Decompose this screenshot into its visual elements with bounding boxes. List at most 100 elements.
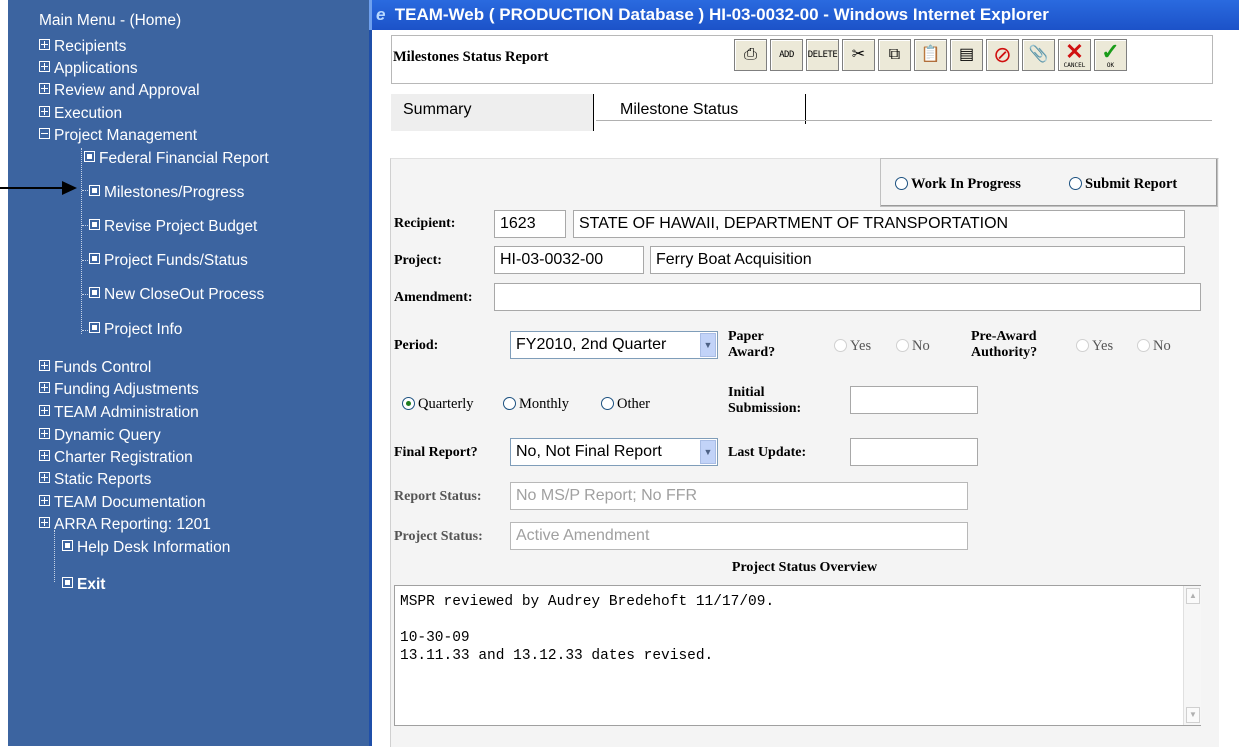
main-navigation: Main Menu - (Home) Recipients Applicatio… <box>8 0 369 746</box>
initial-submission-label-line: Initial <box>728 385 765 400</box>
nav-label: Execution <box>54 105 123 122</box>
radio-icon[interactable] <box>1069 177 1082 190</box>
nav-funds-control[interactable]: Funds Control <box>39 359 151 377</box>
nav-project-management[interactable]: Project Management <box>39 127 197 145</box>
tab-summary[interactable]: Summary <box>391 94 594 131</box>
initial-submission-label: Initial Submission: <box>728 385 801 417</box>
expand-icon[interactable] <box>39 360 50 371</box>
initial-submission-field[interactable] <box>850 386 978 414</box>
pre-award-yes-option[interactable]: Yes <box>1076 338 1113 355</box>
no-save-button[interactable]: ⊘ <box>986 39 1019 71</box>
paste-button[interactable]: 📋 <box>914 39 947 71</box>
red-x-icon: ✕ <box>1065 39 1084 64</box>
recipient-label: Recipient: <box>394 216 456 231</box>
nav-arra-reporting[interactable]: ARRA Reporting: 1201 <box>39 516 211 534</box>
recipient-name-field[interactable]: STATE OF HAWAII, DEPARTMENT OF TRANSPORT… <box>573 210 1185 238</box>
amendment-field[interactable] <box>494 283 1201 311</box>
expand-icon[interactable] <box>39 83 50 94</box>
nav-team-administration[interactable]: TEAM Administration <box>39 404 199 422</box>
frequency-monthly-option[interactable]: Monthly <box>503 396 569 413</box>
nav-main-menu-home[interactable]: Main Menu - (Home) <box>39 12 181 30</box>
radio-icon[interactable] <box>402 397 415 410</box>
paper-award-yes-option[interactable]: Yes <box>834 338 871 355</box>
expand-icon[interactable] <box>39 39 50 50</box>
nav-label: Federal Financial Report <box>99 150 269 167</box>
radio-icon[interactable] <box>1076 339 1089 352</box>
submit-report-option[interactable]: Submit Report <box>1069 176 1177 193</box>
collapse-icon[interactable] <box>39 128 50 139</box>
nav-dynamic-query[interactable]: Dynamic Query <box>39 427 161 445</box>
paper-award-no-option[interactable]: No <box>896 338 930 355</box>
copy-button[interactable]: ⧉ <box>878 39 911 71</box>
expand-icon[interactable] <box>39 61 50 72</box>
nav-revise-project-budget[interactable]: Revise Project Budget <box>89 218 257 236</box>
nav-project-funds-status[interactable]: Project Funds/Status <box>89 252 248 270</box>
cut-button[interactable]: ✂ <box>842 39 875 71</box>
overview-scrollbar[interactable]: ▲ ▼ <box>1183 586 1201 725</box>
expand-icon[interactable] <box>39 472 50 483</box>
radio-icon[interactable] <box>834 339 847 352</box>
nav-new-closeout-process[interactable]: New CloseOut Process <box>89 286 264 304</box>
option-label: Submit Report <box>1085 176 1178 192</box>
expand-icon[interactable] <box>39 450 50 461</box>
frequency-other-option[interactable]: Other <box>601 396 650 413</box>
nav-applications[interactable]: Applications <box>39 60 138 78</box>
project-name-field[interactable]: Ferry Boat Acquisition <box>650 246 1185 274</box>
last-update-field[interactable] <box>850 438 978 466</box>
delete-button[interactable]: DELETE <box>806 39 839 71</box>
copy-icon: ⧉ <box>888 46 901 63</box>
print-button[interactable]: ⎙ <box>734 39 767 71</box>
attach-button[interactable]: 📎 <box>1022 39 1055 71</box>
expand-icon[interactable] <box>39 495 50 506</box>
nav-label: Exit <box>77 576 106 593</box>
nav-milestones-progress[interactable]: Milestones/Progress <box>89 184 244 202</box>
amendment-label: Amendment: <box>394 290 473 305</box>
expand-icon[interactable] <box>39 428 50 439</box>
nav-label: Charter Registration <box>54 449 193 466</box>
scroll-up-icon[interactable]: ▲ <box>1186 588 1200 604</box>
expand-icon[interactable] <box>39 106 50 117</box>
add-button[interactable]: ADD <box>770 39 803 71</box>
nav-static-reports[interactable]: Static Reports <box>39 471 151 489</box>
leaf-icon <box>89 287 100 298</box>
project-status-overview-textarea[interactable]: MSPR reviewed by Audrey Bredehoft 11/17/… <box>394 585 1201 726</box>
nav-charter-registration[interactable]: Charter Registration <box>39 449 193 467</box>
pre-award-no-option[interactable]: No <box>1137 338 1171 355</box>
radio-icon[interactable] <box>1137 339 1150 352</box>
final-report-select[interactable]: No, Not Final Report ▼ <box>510 438 718 466</box>
cancel-label: CANCEL <box>1063 62 1086 69</box>
radio-icon[interactable] <box>895 177 908 190</box>
radio-icon[interactable] <box>503 397 516 410</box>
tab-label: Summary <box>403 101 472 118</box>
nav-funding-adjustments[interactable]: Funding Adjustments <box>39 381 199 399</box>
option-label: Other <box>617 396 651 412</box>
project-status-label: Project Status: <box>394 529 483 544</box>
project-id-field[interactable]: HI-03-0032-00 <box>494 246 644 274</box>
expand-icon[interactable] <box>39 517 50 528</box>
radio-icon[interactable] <box>896 339 909 352</box>
radio-icon[interactable] <box>601 397 614 410</box>
scroll-down-icon[interactable]: ▼ <box>1186 707 1200 723</box>
last-update-label: Last Update: <box>728 445 807 460</box>
add-label: ADD <box>779 50 794 60</box>
nav-execution[interactable]: Execution <box>39 105 122 123</box>
save-button[interactable]: ▤ <box>950 39 983 71</box>
cancel-button[interactable]: ✕ CANCEL <box>1058 39 1091 71</box>
chevron-down-icon[interactable]: ▼ <box>700 440 716 464</box>
recipient-id-field[interactable]: 1623 <box>494 210 566 238</box>
nav-federal-financial-report[interactable]: Federal Financial Report <box>84 150 269 168</box>
expand-icon[interactable] <box>39 405 50 416</box>
period-select[interactable]: FY2010, 2nd Quarter ▼ <box>510 331 718 359</box>
nav-team-documentation[interactable]: TEAM Documentation <box>39 494 206 512</box>
nav-exit[interactable]: Exit <box>62 576 105 594</box>
ok-button[interactable]: ✓ OK <box>1094 39 1127 71</box>
nav-recipients[interactable]: Recipients <box>39 38 126 56</box>
nav-label: Main Menu - (Home) <box>39 12 182 29</box>
expand-icon[interactable] <box>39 382 50 393</box>
nav-project-info[interactable]: Project Info <box>89 321 182 339</box>
nav-help-desk-information[interactable]: Help Desk Information <box>62 539 230 557</box>
frequency-quarterly-option[interactable]: Quarterly <box>402 396 474 413</box>
chevron-down-icon[interactable]: ▼ <box>700 333 716 357</box>
work-in-progress-option[interactable]: Work In Progress <box>895 176 1021 193</box>
nav-review-and-approval[interactable]: Review and Approval <box>39 82 200 100</box>
